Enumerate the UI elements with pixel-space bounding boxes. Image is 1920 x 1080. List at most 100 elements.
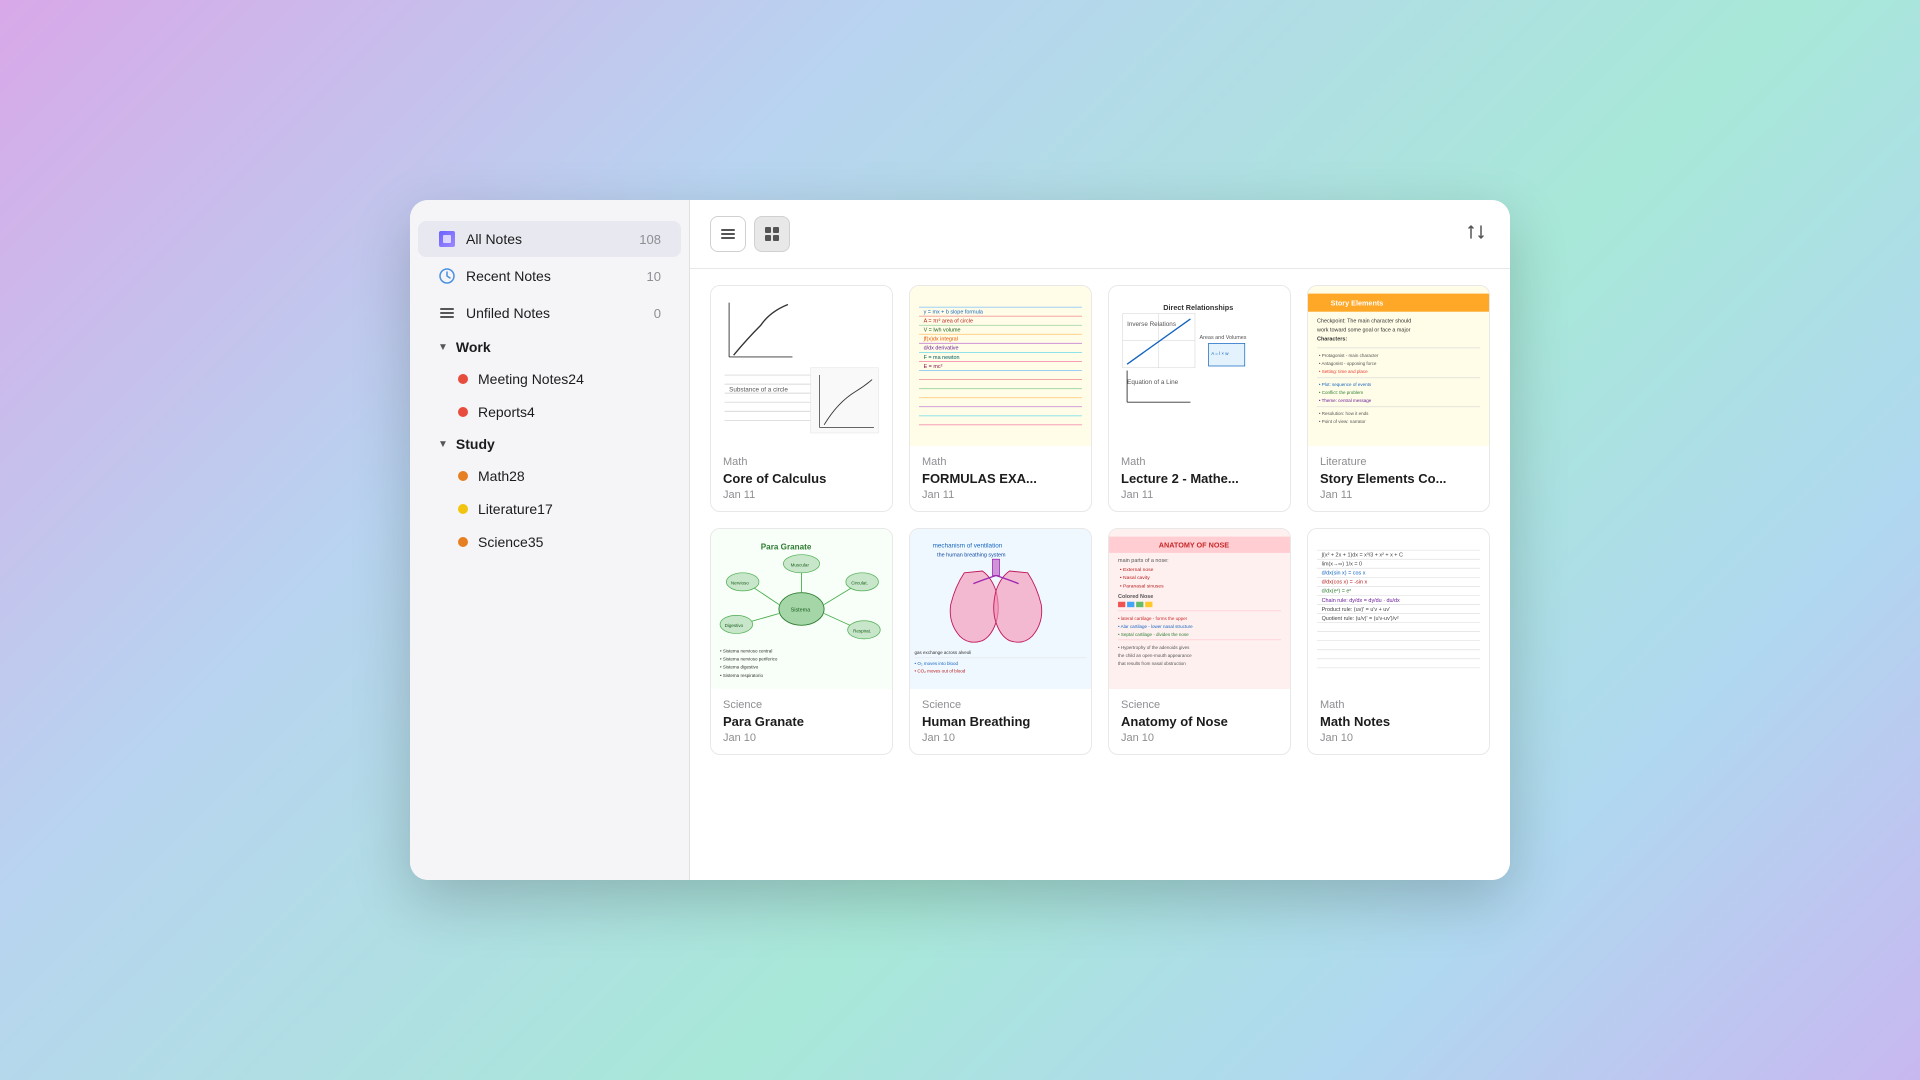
- recent-notes-count: 10: [647, 269, 661, 284]
- sidebar-item-reports[interactable]: Reports 4: [418, 396, 681, 428]
- literature-dot: [458, 504, 468, 514]
- sidebar-item-recent-notes[interactable]: Recent Notes 10: [418, 258, 681, 294]
- science-count: 35: [528, 534, 544, 550]
- svg-text:Areas and Volumes: Areas and Volumes: [1200, 335, 1247, 341]
- svg-text:Colored Nose: Colored Nose: [1118, 594, 1153, 600]
- note-card-mathnotes[interactable]: ∫(x² + 2x + 1)dx = x³/3 + x² + x + C lim…: [1307, 528, 1490, 755]
- note-category-science2: Science: [922, 699, 1079, 711]
- svg-text:• Plot: sequence of events: • Plot: sequence of events: [1319, 382, 1372, 387]
- meeting-notes-count: 24: [568, 371, 584, 387]
- svg-text:mechanism of ventilation: mechanism of ventilation: [933, 542, 1003, 549]
- note-title-anatomy: Anatomy of Nose: [1121, 714, 1278, 729]
- svg-text:Respirat.: Respirat.: [853, 629, 871, 634]
- note-date-lecture2: Jan 11: [1121, 489, 1278, 501]
- svg-text:Characters:: Characters:: [1317, 337, 1347, 343]
- sidebar-item-unfiled-notes[interactable]: Unfiled Notes 0: [418, 295, 681, 331]
- literature-count: 17: [537, 501, 553, 517]
- svg-text:• O₂ moves into blood: • O₂ moves into blood: [915, 661, 959, 666]
- note-thumb-lecture2: Direct Relationships Inverse Relations E…: [1109, 286, 1290, 446]
- meeting-notes-label: Meeting Notes: [478, 371, 568, 387]
- note-title-mathnotes: Math Notes: [1320, 714, 1477, 729]
- note-title-calculus: Core of Calculus: [723, 471, 880, 486]
- note-card-formulas[interactable]: y = mx + b slope formula A = πr² area of…: [909, 285, 1092, 512]
- note-card-science1[interactable]: Para Granate Sistema Nervioso Digestivo: [710, 528, 893, 755]
- svg-text:main parts of a nose:: main parts of a nose:: [1118, 558, 1169, 564]
- note-thumb-calculus: Substance of a circle: [711, 286, 892, 446]
- svg-text:Circulat.: Circulat.: [851, 581, 868, 586]
- svg-text:F = ma newton: F = ma newton: [924, 355, 960, 361]
- svg-text:∫f(x)dx integral: ∫f(x)dx integral: [923, 337, 958, 343]
- svg-text:Chain rule: dy/dx = dy/du · du: Chain rule: dy/dx = dy/du · du/dx: [1322, 598, 1400, 604]
- sidebar-item-meeting-notes[interactable]: Meeting Notes 24: [418, 363, 681, 395]
- sidebar-item-all-notes[interactable]: All Notes 108: [418, 221, 681, 257]
- note-info-mathnotes: Math Math Notes Jan 10: [1308, 689, 1489, 754]
- svg-text:• Alar cartilage - lower nasal: • Alar cartilage - lower nasal structure: [1118, 624, 1193, 629]
- main-content: Substance of a circle Math Core of Calcu…: [690, 200, 1510, 880]
- svg-text:d/dx(cos x) = -sin x: d/dx(cos x) = -sin x: [1322, 580, 1368, 586]
- note-date-science1: Jan 10: [723, 732, 880, 744]
- svg-text:∫(x² + 2x + 1)dx = x³/3 + x² +: ∫(x² + 2x + 1)dx = x³/3 + x² + x + C: [1321, 553, 1403, 559]
- sidebar-section-study[interactable]: ▼ Study: [418, 429, 681, 459]
- svg-text:• Sistema nervioso central: • Sistema nervioso central: [720, 648, 772, 653]
- note-card-anatomy[interactable]: ANATOMY OF NOSE main parts of a nose: • …: [1108, 528, 1291, 755]
- svg-text:Product rule: (uv)' = u'v + uv: Product rule: (uv)' = u'v + uv': [1322, 607, 1391, 613]
- sidebar-section-work[interactable]: ▼ Work: [418, 332, 681, 362]
- svg-text:A = l × w: A = l × w: [1211, 351, 1229, 356]
- svg-text:Digestivo: Digestivo: [725, 623, 744, 628]
- all-notes-count: 108: [639, 232, 661, 247]
- note-date-anatomy: Jan 10: [1121, 732, 1278, 744]
- svg-text:Checkpoint: The main character: Checkpoint: The main character should: [1317, 319, 1411, 325]
- note-card-lecture2[interactable]: Direct Relationships Inverse Relations E…: [1108, 285, 1291, 512]
- svg-text:V = lwh volume: V = lwh volume: [924, 328, 961, 334]
- unfiled-notes-label: Unfiled Notes: [466, 305, 654, 321]
- svg-text:• Paranasal sinuses: • Paranasal sinuses: [1120, 583, 1164, 589]
- svg-text:• Sistema nervioso periferico: • Sistema nervioso periferico: [720, 657, 778, 662]
- svg-text:ANATOMY OF NOSE: ANATOMY OF NOSE: [1159, 540, 1230, 549]
- note-category-mathnotes: Math: [1320, 699, 1477, 711]
- sidebar-item-literature[interactable]: Literature 17: [418, 493, 681, 525]
- svg-text:• lateral cartilage - forms th: • lateral cartilage - forms the upper: [1118, 616, 1188, 621]
- sidebar-item-science[interactable]: Science 35: [418, 526, 681, 558]
- sidebar-item-math[interactable]: Math 28: [418, 460, 681, 492]
- recent-notes-label: Recent Notes: [466, 268, 647, 284]
- all-notes-label: All Notes: [466, 231, 639, 247]
- svg-text:Quotient rule: (u/v)' = (u'v-u: Quotient rule: (u/v)' = (u'v-uv')/v²: [1322, 616, 1399, 622]
- list-view-button[interactable]: [710, 216, 746, 252]
- note-card-story[interactable]: Story Elements Checkpoint: The main char…: [1307, 285, 1490, 512]
- svg-text:the human breathing system: the human breathing system: [937, 553, 1006, 559]
- sort-button[interactable]: [1462, 218, 1490, 251]
- svg-text:y = mx + b slope formula: y = mx + b slope formula: [924, 310, 984, 316]
- svg-text:• Sistema respiratorio: • Sistema respiratorio: [720, 673, 763, 678]
- grid-view-button[interactable]: [754, 216, 790, 252]
- math-dot: [458, 471, 468, 481]
- literature-label: Literature: [478, 501, 537, 517]
- note-info-anatomy: Science Anatomy of Nose Jan 10: [1109, 689, 1290, 754]
- app-window: All Notes 108 Recent Notes 10: [410, 200, 1510, 880]
- note-card-science2[interactable]: mechanism of ventilation the human breat…: [909, 528, 1092, 755]
- note-title-formulas: FORMULAS EXA...: [922, 471, 1079, 486]
- note-category-formulas: Math: [922, 456, 1079, 468]
- note-category-lecture2: Math: [1121, 456, 1278, 468]
- study-chevron-icon: ▼: [438, 439, 448, 450]
- svg-text:• Point of view: narrator: • Point of view: narrator: [1319, 419, 1366, 424]
- note-category-science1: Science: [723, 699, 880, 711]
- svg-text:Sistema: Sistema: [791, 608, 812, 614]
- note-thumb-story: Story Elements Checkpoint: The main char…: [1308, 286, 1489, 446]
- reports-dot: [458, 407, 468, 417]
- svg-text:the child an open-mouth appear: the child an open-mouth appearance: [1118, 653, 1192, 658]
- notes-grid: Substance of a circle Math Core of Calcu…: [690, 269, 1510, 880]
- note-date-formulas: Jan 11: [922, 489, 1079, 501]
- note-thumb-anatomy: ANATOMY OF NOSE main parts of a nose: • …: [1109, 529, 1290, 689]
- note-card-calculus[interactable]: Substance of a circle Math Core of Calcu…: [710, 285, 893, 512]
- all-notes-icon: [438, 230, 456, 248]
- note-title-science1: Para Granate: [723, 714, 880, 729]
- svg-text:that results from nasal obstru: that results from nasal obstruction: [1118, 661, 1186, 666]
- note-category-story: Literature: [1320, 456, 1477, 468]
- svg-text:• Sistema digestivo: • Sistema digestivo: [720, 665, 759, 670]
- svg-text:• Theme: central message: • Theme: central message: [1319, 398, 1372, 403]
- recent-notes-icon: [438, 267, 456, 285]
- reports-count: 4: [527, 404, 535, 420]
- math-count: 28: [509, 468, 525, 484]
- work-chevron-icon: ▼: [438, 342, 448, 353]
- svg-text:• Antagonist - opposing force: • Antagonist - opposing force: [1319, 361, 1377, 366]
